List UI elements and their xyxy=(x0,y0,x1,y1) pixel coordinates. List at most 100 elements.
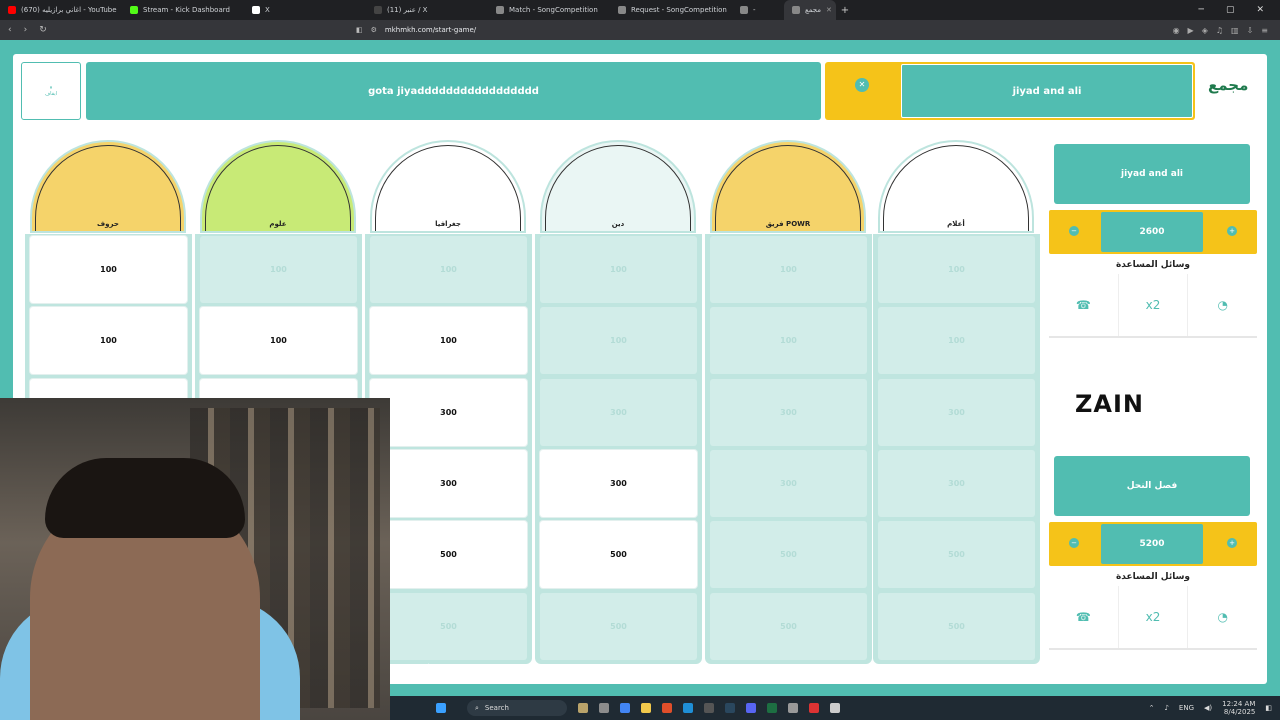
increase-score-button[interactable]: + xyxy=(1227,226,1237,236)
minimize-icon[interactable]: ─ xyxy=(1199,5,1204,15)
reload-icon[interactable]: ↻ xyxy=(39,25,47,35)
close-icon[interactable]: ✕ xyxy=(1256,5,1264,15)
browser-tab[interactable]: - xyxy=(732,0,784,20)
file-explorer-icon[interactable] xyxy=(641,703,651,713)
browser-tab[interactable]: (11) عنبر / X xyxy=(366,0,488,20)
question-cell[interactable]: 300 xyxy=(370,449,527,517)
decrease-score-button[interactable]: − xyxy=(1069,538,1079,548)
volume-icon[interactable]: ◀) xyxy=(1204,704,1212,712)
clock-time: 12:24 AM xyxy=(1222,700,1256,708)
excel-icon[interactable] xyxy=(767,703,777,713)
turn-indicator-icon: ✕ xyxy=(855,78,869,92)
tab-label: - xyxy=(753,6,756,14)
extension-icon[interactable]: ♫ xyxy=(1216,26,1223,35)
discord-icon[interactable] xyxy=(746,703,756,713)
question-cell: 500 xyxy=(878,592,1035,660)
tab-label: Match - SongCompetition xyxy=(509,6,598,14)
app-icon[interactable] xyxy=(788,703,798,713)
sidebar-icon[interactable]: ▥ xyxy=(1231,26,1239,35)
help-tools: ☎ x2 ◔ xyxy=(1049,274,1257,338)
question-cell[interactable]: 500 xyxy=(540,521,697,589)
double-points-icon[interactable]: x2 xyxy=(1119,274,1189,336)
question-cell: 100 xyxy=(200,236,357,303)
browser-tab[interactable]: اغاني برازيليه (670) - YouTube xyxy=(0,0,122,20)
notification-icon[interactable]: ◧ xyxy=(1265,704,1272,712)
category-name: علوم xyxy=(269,220,287,228)
brave-icon[interactable] xyxy=(662,703,672,713)
category-header: فريق POWR xyxy=(708,140,868,233)
question-cell: 100 xyxy=(370,236,527,303)
team-name: jiyad and ali xyxy=(1054,144,1250,204)
timer-icon[interactable]: ◔ xyxy=(1188,274,1257,336)
widgets-icon[interactable] xyxy=(578,703,588,713)
question-cell: 300 xyxy=(540,378,697,446)
bookmark-icon[interactable]: ◧ xyxy=(356,26,363,34)
language-indicator[interactable]: ENG xyxy=(1179,704,1194,712)
pause-button[interactable]: ⏸ ايقاف xyxy=(21,62,81,120)
question-cell: 100 xyxy=(540,236,697,303)
tab-list: اغاني برازيليه (670) - YouTube Stream - K… xyxy=(0,0,836,20)
streamer-hair xyxy=(45,458,245,538)
game-title: gota jiyaddddddddddddddddd xyxy=(86,62,821,120)
call-friend-icon[interactable]: ☎ xyxy=(1049,274,1119,336)
timer-icon[interactable]: ◔ xyxy=(1188,586,1257,648)
forward-icon[interactable]: › xyxy=(24,25,28,35)
close-tab-icon[interactable]: ✕ xyxy=(826,6,832,14)
extension-icon[interactable]: ◈ xyxy=(1202,26,1208,35)
double-points-icon[interactable]: x2 xyxy=(1119,586,1189,648)
extension-icon[interactable]: ▶ xyxy=(1188,26,1194,35)
task-view-icon[interactable] xyxy=(599,703,609,713)
tab-favicon-icon xyxy=(374,6,382,14)
download-icon[interactable]: ⇩ xyxy=(1247,26,1254,35)
chrome-icon[interactable] xyxy=(620,703,630,713)
current-turn-panel: ✕ jiyad and ali xyxy=(825,62,1195,120)
question-cell: 500 xyxy=(710,521,867,589)
url-text: mkhmkh.com/start-game/ xyxy=(384,26,477,34)
tab-favicon-icon xyxy=(740,6,748,14)
score-row: − 5200 + xyxy=(1049,522,1257,566)
question-cell: 300 xyxy=(710,378,867,446)
decrease-score-button[interactable]: − xyxy=(1069,226,1079,236)
tab-favicon-icon xyxy=(130,6,138,14)
question-cell[interactable]: 300 xyxy=(370,378,527,446)
tab-label: X xyxy=(265,6,270,14)
category-header: علوم xyxy=(198,140,358,233)
maximize-icon[interactable]: ▢ xyxy=(1226,5,1235,15)
call-friend-icon[interactable]: ☎ xyxy=(1049,586,1119,648)
tab-label: Stream - Kick Dashboard xyxy=(143,6,230,14)
browser-tab[interactable]: Request - SongCompetition xyxy=(610,0,732,20)
question-cell[interactable]: 100 xyxy=(30,307,187,375)
microphone-icon[interactable]: ♪ xyxy=(1164,704,1168,712)
question-cell[interactable]: 100 xyxy=(200,307,357,375)
tab-favicon-icon xyxy=(496,6,504,14)
site-info-icon[interactable]: ⚙ xyxy=(371,26,377,34)
browser-tab[interactable]: مجمع ✕ xyxy=(784,0,836,20)
omnibox[interactable]: ◧ ⚙ mkhmkh.com/start-game/ xyxy=(350,23,476,37)
menu-icon[interactable]: ≡ xyxy=(1261,26,1268,35)
question-cell[interactable]: 300 xyxy=(540,449,697,517)
browser-tab[interactable]: Stream - Kick Dashboard xyxy=(122,0,244,20)
question-cell: 100 xyxy=(878,236,1035,303)
increase-score-button[interactable]: + xyxy=(1227,538,1237,548)
clock[interactable]: 12:24 AM 8/4/2025 xyxy=(1222,700,1255,716)
taskbar-search[interactable]: ⌕ Search xyxy=(467,700,567,716)
app-icon[interactable] xyxy=(809,703,819,713)
windows-taskbar: ⌕ Search ⌃ ♪ ENG ◀) 12:24 AM 8/4/2025 ◧ xyxy=(390,696,1280,720)
browser-tab[interactable]: X xyxy=(244,0,366,20)
extension-icon[interactable]: ◉ xyxy=(1173,26,1180,35)
team-panel-1: jiyad and ali − 2600 + وسائل المساعدة ☎ … xyxy=(1049,144,1257,338)
new-tab-button[interactable]: + xyxy=(836,5,854,16)
team-name: فصل النحل xyxy=(1054,456,1250,516)
obs-icon[interactable] xyxy=(704,703,714,713)
windows-start-icon[interactable] xyxy=(436,703,446,713)
steam-icon[interactable] xyxy=(725,703,735,713)
tray-chevron-icon[interactable]: ⌃ xyxy=(1149,704,1155,712)
browser-tab[interactable]: Match - SongCompetition xyxy=(488,0,610,20)
edge-icon[interactable] xyxy=(683,703,693,713)
question-cell[interactable]: 100 xyxy=(30,236,187,303)
question-cell[interactable]: 100 xyxy=(370,307,527,375)
question-cell[interactable]: 500 xyxy=(370,521,527,589)
help-tools-label: وسائل المساعدة xyxy=(1115,260,1191,270)
back-icon[interactable]: ‹ xyxy=(8,25,12,35)
app-icon[interactable] xyxy=(830,703,840,713)
